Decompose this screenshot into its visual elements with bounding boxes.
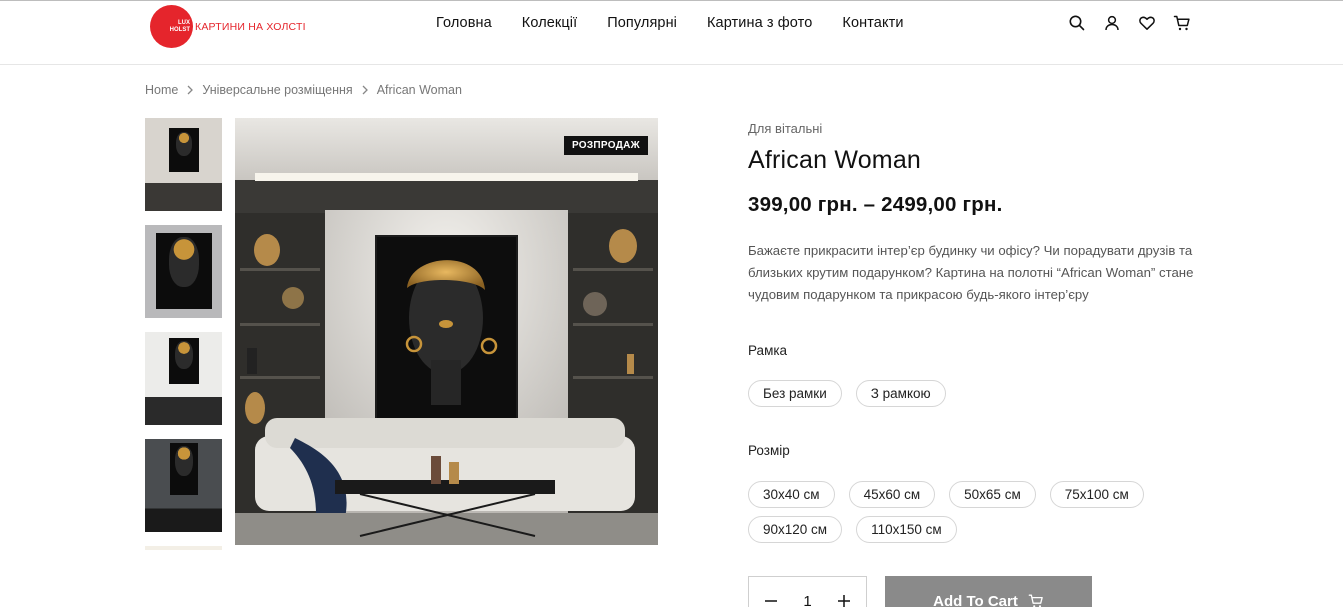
thumbnail-3[interactable] — [145, 332, 222, 425]
size-option[interactable]: 45x60 см — [848, 481, 936, 508]
logo-badge-line-2: HOLST — [169, 26, 190, 33]
size-option[interactable]: 50x65 см — [949, 481, 1036, 508]
thumbnail-figure — [175, 132, 192, 156]
logo-text: КАРТИНИ НА ХОЛСТІ — [195, 20, 306, 33]
decrease-quantity-button[interactable] — [761, 591, 781, 607]
cart-icon — [1028, 594, 1043, 607]
chevron-right-icon — [361, 85, 369, 95]
room-scene-illustration — [235, 118, 658, 545]
minus-icon — [765, 600, 777, 602]
thumbnail-5-peek[interactable] — [145, 546, 222, 550]
product-category[interactable]: Для вітальні — [748, 121, 822, 136]
product-price: 399,00 грн. – 2499,00 грн. — [748, 193, 1003, 216]
cart-icon[interactable] — [1173, 14, 1191, 32]
nav-contacts[interactable]: Контакти — [842, 15, 903, 31]
thumbnail-figure — [174, 446, 193, 476]
thumbnail-figure — [168, 237, 199, 287]
nav-home[interactable]: Головна — [436, 15, 492, 31]
size-options: 30x40 см 45x60 см 50x65 см 75x100 см 90x… — [748, 481, 1188, 543]
quantity-value[interactable]: 1 — [803, 593, 811, 607]
frame-options: Без рамки З рамкою — [748, 380, 1178, 407]
add-to-cart-button[interactable]: Add To Cart — [885, 576, 1092, 607]
quantity-stepper: 1 — [748, 576, 867, 607]
search-icon[interactable] — [1068, 14, 1086, 32]
product-title: African Woman — [748, 146, 922, 174]
breadcrumb-home[interactable]: Home — [145, 83, 178, 97]
breadcrumb: Home Універсальне розміщення African Wom… — [145, 83, 462, 97]
user-icon[interactable] — [1103, 14, 1121, 32]
thumbnail-2[interactable] — [145, 225, 222, 318]
frame-option-framed[interactable]: З рамкою — [855, 380, 946, 407]
thumbnail-1[interactable] — [145, 118, 222, 211]
nav-photo-painting[interactable]: Картина з фото — [707, 15, 812, 31]
size-option-label: Розмір — [748, 443, 790, 458]
chevron-right-icon — [186, 85, 194, 95]
frame-option-none[interactable]: Без рамки — [748, 380, 842, 407]
thumbnail-4[interactable] — [145, 439, 222, 532]
logo-badge: LUX HOLST — [150, 5, 193, 48]
sale-badge: РОЗПРОДАЖ — [563, 136, 648, 155]
main-product-image[interactable]: РОЗПРОДАЖ — [235, 118, 658, 545]
frame-option-label: Рамка — [748, 343, 788, 358]
thumbnail-figure — [174, 341, 193, 369]
breadcrumb-category[interactable]: Універсальне розміщення — [202, 83, 352, 97]
size-option[interactable]: 30x40 см — [748, 481, 835, 508]
breadcrumb-current: African Woman — [376, 83, 462, 97]
size-option[interactable]: 90x120 см — [748, 516, 843, 543]
size-option[interactable]: 110x150 см — [856, 516, 957, 543]
logo-badge-line-1: LUX — [178, 19, 190, 26]
logo[interactable]: LUX HOLST КАРТИНИ НА ХОЛСТІ — [150, 5, 306, 48]
increase-quantity-button[interactable] — [834, 591, 854, 607]
plus-icon — [838, 595, 850, 607]
nav-popular[interactable]: Популярні — [607, 15, 677, 31]
heart-icon[interactable] — [1138, 14, 1156, 32]
nav-collections[interactable]: Колекції — [522, 15, 577, 31]
main-nav: Головна Колекції Популярні Картина з фот… — [436, 15, 904, 31]
site-header: LUX HOLST КАРТИНИ НА ХОЛСТІ Головна Коле… — [0, 1, 1343, 65]
add-to-cart-label: Add To Cart — [933, 592, 1018, 607]
header-icons — [1068, 14, 1191, 32]
product-description: Бажаєте прикрасити інтер’єр будинку чи о… — [748, 243, 1194, 302]
thumbnail-list — [145, 118, 222, 550]
size-option[interactable]: 75x100 см — [1049, 481, 1144, 508]
